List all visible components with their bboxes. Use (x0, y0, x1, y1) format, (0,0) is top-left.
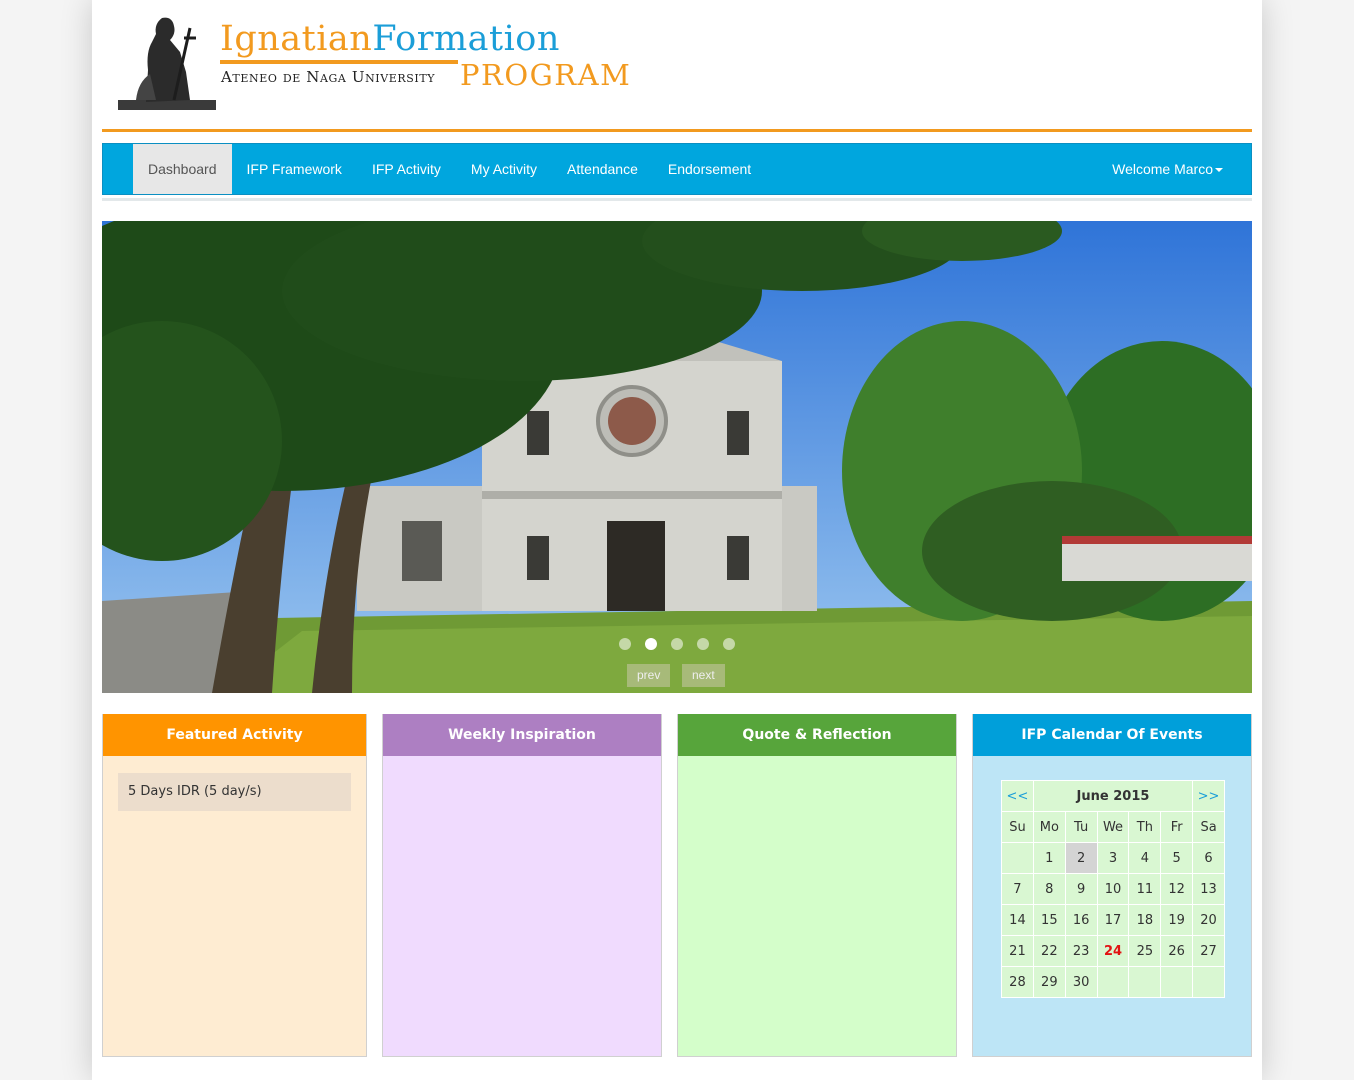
calendar-day[interactable]: 27 (1192, 935, 1225, 967)
church-photo (102, 221, 1252, 693)
calendar-week-row: 14 15 16 17 18 19 20 (1001, 904, 1225, 936)
featured-activity-panel: Featured Activity 5 Days IDR (5 day/s) (102, 714, 367, 1057)
calendar-day[interactable]: 21 (1001, 935, 1034, 967)
carousel-dot-5[interactable] (723, 638, 735, 650)
nav-item-ifp-activity[interactable]: IFP Activity (357, 144, 456, 194)
calendar-day[interactable]: 22 (1032, 935, 1066, 967)
header-divider (102, 129, 1252, 132)
calendar-day[interactable]: 28 (1001, 966, 1034, 998)
calendar-month-label: June 2015 (1032, 780, 1194, 812)
user-menu-dropdown[interactable]: Welcome Marco (1112, 144, 1223, 194)
calendar-empty-cell (1128, 966, 1162, 998)
calendar-day[interactable]: 11 (1128, 873, 1162, 905)
weekday-label: Fr (1160, 811, 1194, 843)
calendar-day[interactable]: 26 (1160, 935, 1194, 967)
carousel-dot-2[interactable] (645, 638, 657, 650)
image-carousel[interactable]: prev next (102, 221, 1252, 693)
quote-reflection-panel: Quote & Reflection (677, 714, 957, 1057)
calendar-day[interactable]: 19 (1160, 904, 1194, 936)
calendar-day[interactable]: 17 (1096, 904, 1130, 936)
user-menu-label: Welcome Marco (1112, 161, 1213, 177)
calendar-day[interactable]: 4 (1128, 842, 1162, 874)
calendar-day[interactable]: 23 (1064, 935, 1098, 967)
calendar-day[interactable]: 12 (1160, 873, 1194, 905)
site-logo[interactable]: IgnatianFormation Ateneo de Naga Univers… (116, 12, 636, 112)
calendar-day[interactable]: 2 (1064, 842, 1098, 874)
featured-activity-item[interactable]: 5 Days IDR (5 day/s) (118, 773, 351, 811)
weekly-inspiration-title: Weekly Inspiration (383, 714, 661, 756)
calendar-day[interactable]: 3 (1096, 842, 1130, 874)
featured-activity-title: Featured Activity (103, 714, 366, 756)
nav-item-attendance[interactable]: Attendance (552, 144, 653, 194)
logo-title: IgnatianFormation (220, 19, 560, 59)
calendar-day[interactable]: 29 (1032, 966, 1066, 998)
calendar-day[interactable]: 6 (1192, 842, 1225, 874)
logo-program: PROGRAM (460, 58, 632, 92)
calendar-empty-cell (1096, 966, 1130, 998)
carousel-indicators (619, 638, 735, 650)
weekday-label: Th (1128, 811, 1162, 843)
calendar-empty-cell (1001, 842, 1034, 874)
logo-underline (220, 60, 458, 64)
calendar-empty-cell (1160, 966, 1194, 998)
nav-item-ifp-framework[interactable]: IFP Framework (232, 144, 357, 194)
calendar-panel: IFP Calendar Of Events << June 2015 >> S… (972, 714, 1252, 1057)
weekday-label: Mo (1032, 811, 1066, 843)
calendar-week-row: 28 29 30 (1001, 966, 1225, 998)
calendar-day[interactable]: 9 (1064, 873, 1098, 905)
calendar-day[interactable]: 1 (1032, 842, 1066, 874)
page-container: IgnatianFormation Ateneo de Naga Univers… (92, 0, 1262, 1080)
calendar-empty-cell (1192, 966, 1225, 998)
caret-down-icon (1215, 168, 1223, 173)
nav-menu: Dashboard IFP Framework IFP Activity My … (133, 144, 766, 194)
weekday-label: Sa (1192, 811, 1225, 843)
calendar-day[interactable]: 18 (1128, 904, 1162, 936)
calendar-day[interactable]: 5 (1160, 842, 1194, 874)
main-navbar: Dashboard IFP Framework IFP Activity My … (102, 143, 1252, 195)
calendar-day[interactable]: 10 (1096, 873, 1130, 905)
calendar-week-row: 21 22 23 24 25 26 27 (1001, 935, 1225, 967)
nav-divider (102, 198, 1252, 201)
calendar-next-button[interactable]: >> (1192, 780, 1225, 812)
calendar-day[interactable]: 7 (1001, 873, 1034, 905)
carousel-dot-4[interactable] (697, 638, 709, 650)
events-calendar: << June 2015 >> Su Mo Tu We Th Fr Sa 123… (1001, 780, 1225, 998)
weekday-label: Su (1001, 811, 1034, 843)
carousel-dot-1[interactable] (619, 638, 631, 650)
nav-item-endorsement[interactable]: Endorsement (653, 144, 766, 194)
carousel-prev-button[interactable]: prev (627, 664, 671, 687)
calendar-day[interactable]: 20 (1192, 904, 1225, 936)
calendar-title: IFP Calendar Of Events (973, 714, 1251, 756)
nav-item-my-activity[interactable]: My Activity (456, 144, 552, 194)
calendar-day[interactable]: 25 (1128, 935, 1162, 967)
calendar-week-row: 7 8 9 10 11 12 13 (1001, 873, 1225, 905)
calendar-day[interactable]: 24 (1096, 935, 1130, 967)
weekly-inspiration-panel: Weekly Inspiration (382, 714, 662, 1057)
calendar-days: 1 2 3 4 5 6 7 8 9 10 11 12 13 14 15 16 17 18 19 20 21 22 23 24 2… (1001, 842, 1225, 998)
calendar-week-row: 123456 (1001, 842, 1225, 874)
nav-item-dashboard[interactable]: Dashboard (133, 144, 232, 194)
calendar-prev-button[interactable]: << (1001, 780, 1034, 812)
calendar-day[interactable]: 15 (1032, 904, 1066, 936)
calendar-day[interactable]: 16 (1064, 904, 1098, 936)
calendar-day[interactable]: 30 (1064, 966, 1098, 998)
ignatius-statue-icon (118, 17, 216, 110)
calendar-weekday-row: Su Mo Tu We Th Fr Sa (1001, 811, 1225, 843)
calendar-day[interactable]: 8 (1032, 873, 1066, 905)
logo-subtitle: Ateneo de Naga University (221, 68, 436, 86)
carousel-next-button[interactable]: next (682, 664, 725, 687)
carousel-dot-3[interactable] (671, 638, 683, 650)
calendar-day[interactable]: 14 (1001, 904, 1034, 936)
weekday-label: We (1096, 811, 1130, 843)
quote-reflection-title: Quote & Reflection (678, 714, 956, 756)
weekday-label: Tu (1064, 811, 1098, 843)
calendar-day[interactable]: 13 (1192, 873, 1225, 905)
